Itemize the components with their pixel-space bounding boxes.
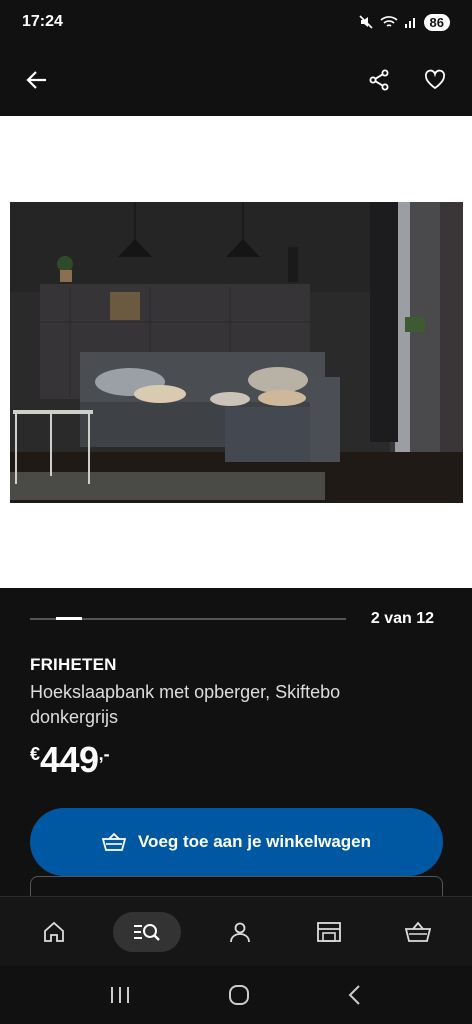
- status-bar: 17:24 86: [0, 0, 472, 44]
- tab-home[interactable]: [24, 912, 84, 952]
- arrow-left-icon[interactable]: [22, 65, 52, 95]
- mute-icon: [358, 14, 374, 30]
- app-bar: [0, 44, 472, 116]
- add-to-cart-button[interactable]: Voeg toe aan je winkelwagen: [30, 808, 443, 876]
- tab-cart[interactable]: [388, 912, 448, 952]
- status-time: 17:24: [22, 13, 63, 30]
- heart-icon[interactable]: [420, 65, 450, 95]
- price-amount: 449: [40, 739, 99, 780]
- tab-account[interactable]: [210, 912, 270, 952]
- gallery-counter: 2 van 12: [370, 610, 434, 627]
- bottom-tab-bar: [0, 896, 472, 966]
- search-icon: [133, 921, 161, 943]
- wifi-icon: [379, 15, 398, 29]
- gallery-progress-bar: [30, 617, 346, 620]
- status-icons: 86: [358, 13, 450, 31]
- system-nav-bar: [0, 966, 472, 1024]
- tab-search[interactable]: [113, 911, 182, 952]
- home-icon: [42, 921, 66, 943]
- basket-icon: [101, 832, 126, 852]
- gallery-progress-thumb: [56, 617, 82, 620]
- tab-store[interactable]: [299, 912, 359, 952]
- signal-icon: [404, 15, 418, 29]
- home-nav-icon[interactable]: [228, 984, 250, 1006]
- person-icon: [229, 921, 251, 943]
- back-nav-icon[interactable]: [347, 984, 363, 1006]
- battery-indicator: 86: [423, 13, 450, 31]
- price-decimals: ,-: [98, 744, 110, 764]
- basket-icon: [404, 921, 431, 943]
- add-to-cart-label: Voeg toe aan je winkelwagen: [137, 832, 372, 851]
- price-currency: €: [30, 744, 41, 764]
- store-icon: [316, 921, 342, 943]
- recent-apps-icon[interactable]: [109, 985, 131, 1005]
- product-price: € 449 ,-: [30, 738, 110, 782]
- product-name: FRIHETEN: [30, 655, 117, 674]
- share-icon[interactable]: [364, 65, 394, 95]
- product-image-area[interactable]: [0, 116, 472, 588]
- product-details: 2 van 12 FRIHETEN Hoekslaapbank met opbe…: [0, 588, 472, 906]
- product-description: Hoekslaapbank met opberger, Skiftebo don…: [30, 682, 341, 727]
- product-photo[interactable]: [10, 202, 463, 503]
